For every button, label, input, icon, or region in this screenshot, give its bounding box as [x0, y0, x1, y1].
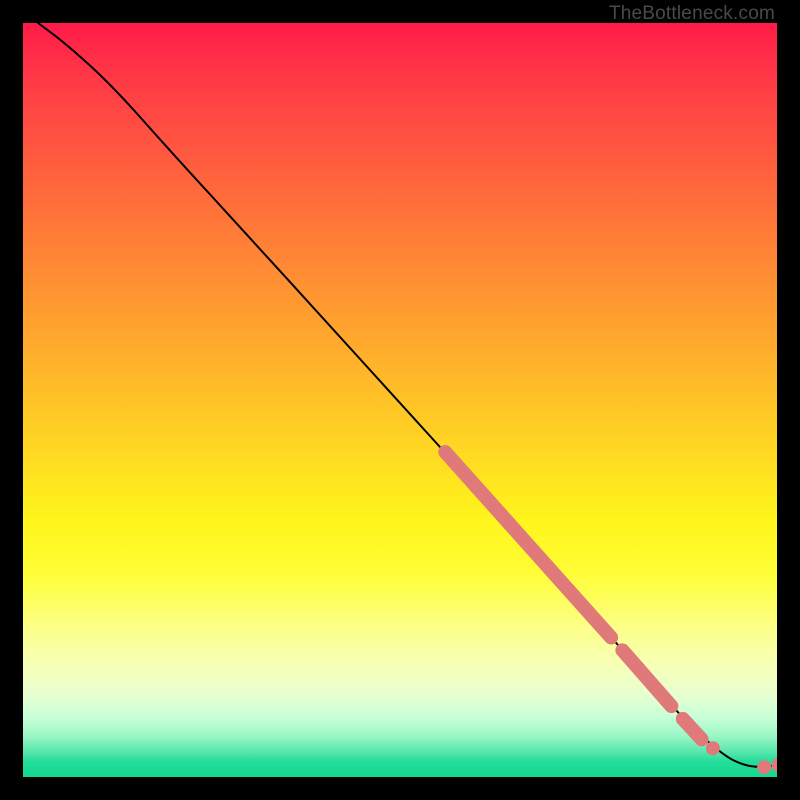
highlight-segment [622, 650, 671, 706]
highlight-dot [757, 760, 771, 774]
watermark-text: TheBottleneck.com [609, 3, 775, 25]
chart-frame [23, 23, 777, 777]
highlight-dots [706, 741, 777, 774]
bottleneck-curve [38, 23, 773, 767]
highlight-dot [706, 741, 720, 755]
highlight-dot [772, 758, 778, 772]
chart-svg [23, 23, 777, 777]
highlight-segments [445, 452, 701, 739]
highlight-segment [683, 719, 702, 739]
highlight-segment [445, 452, 611, 638]
